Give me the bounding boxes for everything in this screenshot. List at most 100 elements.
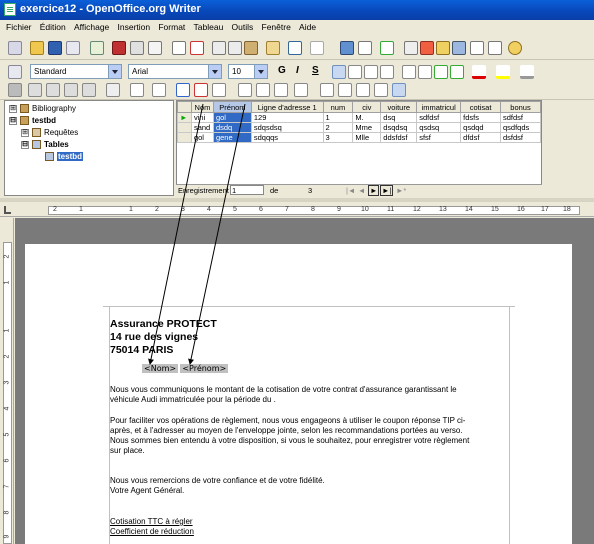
background-color-icon[interactable] <box>520 65 534 79</box>
pane-splitter[interactable] <box>0 198 594 202</box>
menu-outils[interactable]: Outils <box>229 20 257 34</box>
next-record-icon[interactable]: ► <box>368 185 380 196</box>
bullets-icon[interactable] <box>418 65 432 79</box>
vertical-ruler[interactable]: 2 1 1 2 3 4 5 6 7 8 9 <box>0 218 14 544</box>
cut-icon[interactable] <box>212 41 226 55</box>
justify-icon[interactable] <box>380 65 394 79</box>
font-size-select[interactable]: 10 <box>228 64 268 79</box>
styles-formatting-icon[interactable] <box>8 65 22 79</box>
menu-aide[interactable]: Aide <box>296 20 319 34</box>
navigator-icon[interactable] <box>420 41 434 55</box>
clear-filter-icon[interactable] <box>294 83 308 97</box>
document-area[interactable]: Assurance PROTECT 14 rue des vignes 7501… <box>15 218 594 544</box>
last-record-icon[interactable]: ►| <box>380 185 394 196</box>
table-cell[interactable]: sdfdsf <box>416 112 462 123</box>
paste-icon[interactable] <box>244 41 258 55</box>
align-center-icon[interactable] <box>348 65 362 79</box>
undo-icon[interactable] <box>288 41 302 55</box>
find-record-icon[interactable] <box>130 83 144 97</box>
expand-icon[interactable]: ⊞ <box>21 128 29 137</box>
data-to-text-icon[interactable] <box>320 83 334 97</box>
table-cell[interactable]: 3 <box>322 132 354 143</box>
align-left-icon[interactable] <box>332 65 346 79</box>
company-city[interactable]: 75014 PARIS <box>110 344 173 356</box>
tree-item-tables[interactable]: ⊟ Tables <box>21 140 69 150</box>
field-nom[interactable]: <Nom> <box>142 364 179 373</box>
column-header[interactable]: civ <box>352 101 382 113</box>
autofilter-icon[interactable] <box>212 83 226 97</box>
cotisation-label[interactable]: Cotisation TTC à régler <box>110 517 193 526</box>
sort-descending-icon[interactable] <box>194 83 208 97</box>
table-cell[interactable]: Mlle <box>352 132 382 143</box>
numbering-icon[interactable] <box>402 65 416 79</box>
column-header[interactable]: Prénom <box>212 101 252 113</box>
font-color-icon[interactable] <box>472 65 486 79</box>
export-pdf-icon[interactable] <box>112 41 126 55</box>
company-name[interactable]: Assurance PROTECT <box>110 318 217 330</box>
gallery-icon[interactable] <box>436 41 450 55</box>
table-cell[interactable]: dsqdsq <box>380 122 418 133</box>
cut-data-icon[interactable] <box>46 83 60 97</box>
paste-data-icon[interactable] <box>82 83 96 97</box>
open-folder-icon[interactable] <box>30 41 44 55</box>
table-cell[interactable]: dsq <box>380 112 418 123</box>
table-cell[interactable]: qsdsq <box>416 122 462 133</box>
autospellcheck-icon[interactable] <box>190 41 204 55</box>
table-cell[interactable]: sdqqqs <box>250 132 324 143</box>
table-cell[interactable]: sfsf <box>416 132 462 143</box>
paragraph-2-line-2[interactable]: après, et à l'adresser au moyen de l'env… <box>110 426 463 435</box>
ruler-track[interactable]: 2 1 1 2 3 4 5 6 7 8 9 10 11 12 13 14 15 … <box>48 206 580 215</box>
table-cell[interactable]: 1 <box>322 112 354 123</box>
tab-stop-selector[interactable] <box>0 203 14 217</box>
tree-item-requetes[interactable]: ⊞ Requêtes <box>21 128 78 138</box>
menu-format[interactable]: Format <box>155 20 188 34</box>
table-cell[interactable]: dsfdsf <box>500 132 541 143</box>
table-cell[interactable]: vini <box>190 112 214 123</box>
horizontal-ruler[interactable]: 2 1 1 2 3 4 5 6 7 8 9 10 11 12 13 14 15 … <box>14 203 594 217</box>
table-cell[interactable]: sand <box>190 122 214 133</box>
hyperlink-icon[interactable] <box>340 41 354 55</box>
italic-button[interactable]: I <box>296 65 299 76</box>
column-header[interactable]: cotisat <box>460 101 501 113</box>
writer-app-icon[interactable] <box>4 3 16 16</box>
table-cell[interactable]: gene <box>212 132 252 143</box>
explorer-icon[interactable] <box>392 83 406 97</box>
table-cell[interactable]: sdfdsf <box>500 112 541 123</box>
column-header[interactable]: num <box>322 101 354 113</box>
find-replace-icon[interactable] <box>404 41 418 55</box>
mail-merge-icon[interactable] <box>356 83 370 97</box>
menu-affichage[interactable]: Affichage <box>71 20 112 34</box>
record-number-input[interactable]: 1 <box>230 185 264 195</box>
edit-file-icon[interactable] <box>90 41 104 55</box>
tree-item-testbd-table[interactable]: testbd <box>45 152 83 162</box>
sort-ascending-icon[interactable] <box>176 83 190 97</box>
refresh-icon[interactable] <box>152 83 166 97</box>
row-header[interactable] <box>177 122 192 133</box>
row-header[interactable] <box>177 132 192 143</box>
print-icon[interactable] <box>130 41 144 55</box>
menu-fichier[interactable]: Fichier <box>3 20 35 34</box>
table-cell[interactable]: fdsfs <box>460 112 501 123</box>
table-row[interactable]: gol gene sdqqqs 3 Mlle ddsfdsf sfsf dfds… <box>177 132 541 143</box>
table-cell[interactable]: 2 <box>322 122 354 133</box>
table-cell[interactable]: ddsfdsf <box>380 132 418 143</box>
document-page[interactable]: Assurance PROTECT 14 rue des vignes 7501… <box>25 244 572 544</box>
standard-filter-icon[interactable] <box>238 83 252 97</box>
tree-item-testbd[interactable]: ⊟ testbd <box>9 116 56 126</box>
copy-data-icon[interactable] <box>64 83 78 97</box>
paragraph-2-line-1[interactable]: Pour faciliter vos opérations de règleme… <box>110 416 465 425</box>
field-prenom[interactable]: <Prénom> <box>180 364 229 373</box>
font-name-select[interactable]: Arial <box>128 64 222 79</box>
chevron-down-icon[interactable] <box>208 65 221 78</box>
data-to-fields-icon[interactable] <box>338 83 352 97</box>
paragraph-2-line-4[interactable]: sur place. <box>110 446 145 455</box>
data-sources-icon[interactable] <box>452 41 466 55</box>
table-cell[interactable]: 129 <box>250 112 324 123</box>
menu-fenetre[interactable]: Fenêtre <box>259 20 294 34</box>
table-cell[interactable]: gol <box>212 112 252 123</box>
coefficient-label[interactable]: Coefficient de réduction <box>110 527 194 536</box>
paragraph-1-line-1[interactable]: Nous vous communiquons le montant de la … <box>110 385 457 394</box>
data-source-current-doc-icon[interactable] <box>374 83 388 97</box>
bold-button[interactable]: G <box>278 65 286 76</box>
expand-icon[interactable]: ⊞ <box>9 104 17 113</box>
